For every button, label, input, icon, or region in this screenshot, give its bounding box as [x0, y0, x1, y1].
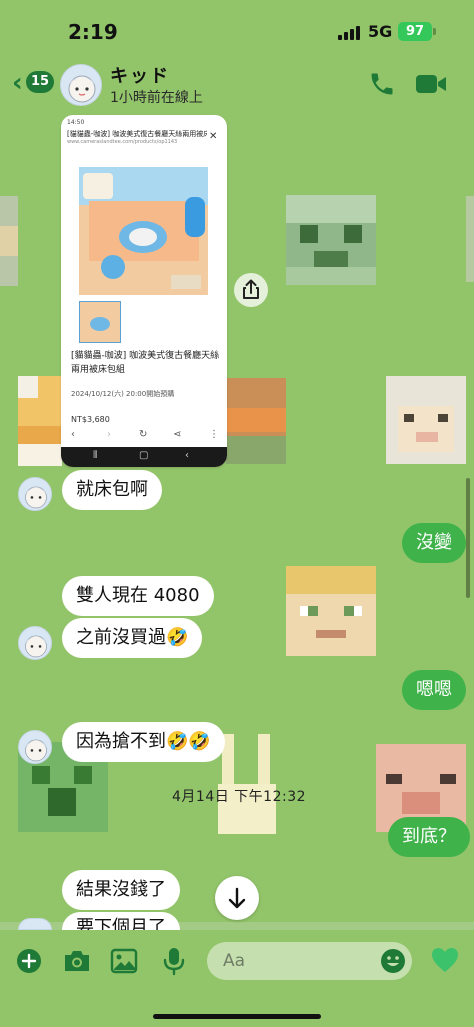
avatar-image: [25, 635, 47, 658]
product-name: [貓貓蟲-咖波] 咖波美式復古餐廳天絲兩用被床包組: [71, 351, 220, 375]
video-camera-icon: [416, 75, 446, 93]
contact-avatar-small[interactable]: [18, 477, 52, 511]
scroll-to-bottom-button[interactable]: [215, 876, 259, 920]
shot-status-time: 14:50: [67, 119, 85, 126]
emoji-icon: [381, 949, 405, 973]
browser-toolbar: ‹ › ↻ ⋖ ⋮: [61, 427, 227, 447]
image-icon: [110, 948, 138, 974]
contact-name[interactable]: キッド: [110, 62, 170, 88]
close-icon: ✕: [209, 131, 218, 142]
send-heart-button[interactable]: [430, 946, 460, 974]
pixel-art-creeper: [286, 195, 376, 285]
camera-button[interactable]: [62, 948, 92, 978]
video-call-button[interactable]: [415, 72, 447, 96]
product-price: NT$3,680: [71, 415, 110, 424]
pixel-art-fox: [18, 376, 62, 466]
date-separator: 4月14日 下午12:32: [172, 789, 307, 805]
product-thumbnail: [79, 301, 121, 343]
microphone-icon: [163, 948, 185, 976]
recents-icon: ⦀: [93, 450, 98, 461]
pixel-art-villager: [286, 566, 376, 656]
product-photo: [79, 167, 208, 295]
plus-icon: [17, 949, 41, 973]
reload-icon: ↻: [139, 429, 148, 440]
contact-avatar[interactable]: [60, 64, 102, 106]
signal-icon: [338, 26, 362, 40]
share-icon: [243, 279, 259, 299]
avatar-image: [25, 486, 47, 509]
incoming-message[interactable]: 之前沒買過🤣: [62, 618, 203, 658]
incoming-message[interactable]: 要下個月了: [62, 912, 180, 930]
incoming-message[interactable]: 因為搶不到🤣🤣: [62, 722, 225, 762]
outgoing-message[interactable]: 嗯嗯: [402, 670, 466, 710]
avatar-image: [68, 75, 96, 103]
camera-icon: [65, 951, 89, 971]
pixel-art-sheep: [386, 376, 466, 464]
heart-icon: [432, 948, 458, 972]
back-chevron-icon: ‹: [12, 68, 23, 98]
android-nav-bar: ⦀ ▢ ‹: [61, 447, 227, 467]
pixel-art-bunny: [218, 734, 276, 834]
home-indicator: [153, 1014, 321, 1019]
preorder-date: 2024/10/12(六) 20:00開始預購: [71, 390, 175, 398]
gallery-button[interactable]: [110, 948, 140, 978]
more-icon: ⋮: [209, 429, 219, 440]
contact-last-seen: 1小時前在線上: [110, 90, 203, 106]
message-composer: [0, 930, 474, 1027]
share-button[interactable]: [234, 273, 268, 307]
emoji-button[interactable]: [380, 948, 406, 974]
battery-tip: [433, 28, 436, 35]
incoming-message[interactable]: 雙人現在 4080: [62, 576, 214, 616]
voice-message-button[interactable]: [162, 946, 192, 976]
incoming-message[interactable]: 就床包啊: [62, 470, 162, 510]
network-type: 5G: [368, 22, 393, 41]
nav-back-icon: ‹: [185, 450, 189, 461]
back-arrow-icon: ‹: [71, 429, 75, 440]
contact-avatar-small[interactable]: [18, 918, 52, 930]
arrow-down-icon: [228, 887, 246, 909]
shared-image-message[interactable]: 14:50 [貓貓蟲-咖波] 咖波美式復古餐廳天絲兩用被床... ✕ www.c…: [61, 115, 227, 467]
contact-avatar-small[interactable]: [18, 626, 52, 660]
product-image: [79, 167, 208, 295]
home-icon: ▢: [139, 450, 149, 461]
voice-call-button[interactable]: [368, 70, 396, 98]
pixel-art-block: [226, 378, 286, 464]
back-button[interactable]: ‹ 15: [12, 68, 56, 98]
battery-icon: 97: [398, 22, 432, 41]
shot-page-url: www.cameraslandtee.com/products/op1143: [67, 139, 178, 145]
battery-level: 97: [405, 24, 425, 39]
chat-header: ‹ 15 キッド 1小時前在線上: [0, 60, 474, 110]
outgoing-message[interactable]: 到底？: [388, 817, 470, 857]
status-time: 2:19: [68, 20, 118, 44]
thumbnail-photo: [80, 302, 120, 342]
pixel-art-block: [466, 196, 474, 282]
shot-page-title: [貓貓蟲-咖波] 咖波美式復古餐廳天絲兩用被床...: [67, 130, 207, 138]
forward-arrow-icon: ›: [107, 429, 111, 440]
add-button[interactable]: [15, 947, 45, 977]
share-small-icon: ⋖: [173, 429, 182, 440]
phone-icon: [371, 73, 393, 95]
contact-avatar-small[interactable]: [18, 730, 52, 764]
incoming-message[interactable]: 結果沒錢了: [62, 870, 180, 910]
outgoing-message[interactable]: 沒變: [402, 523, 466, 563]
pixel-art-block: [0, 226, 18, 256]
unread-count-badge: 15: [26, 71, 55, 93]
scroll-indicator[interactable]: [466, 478, 470, 598]
status-bar: 2:19 5G 97: [0, 0, 474, 60]
